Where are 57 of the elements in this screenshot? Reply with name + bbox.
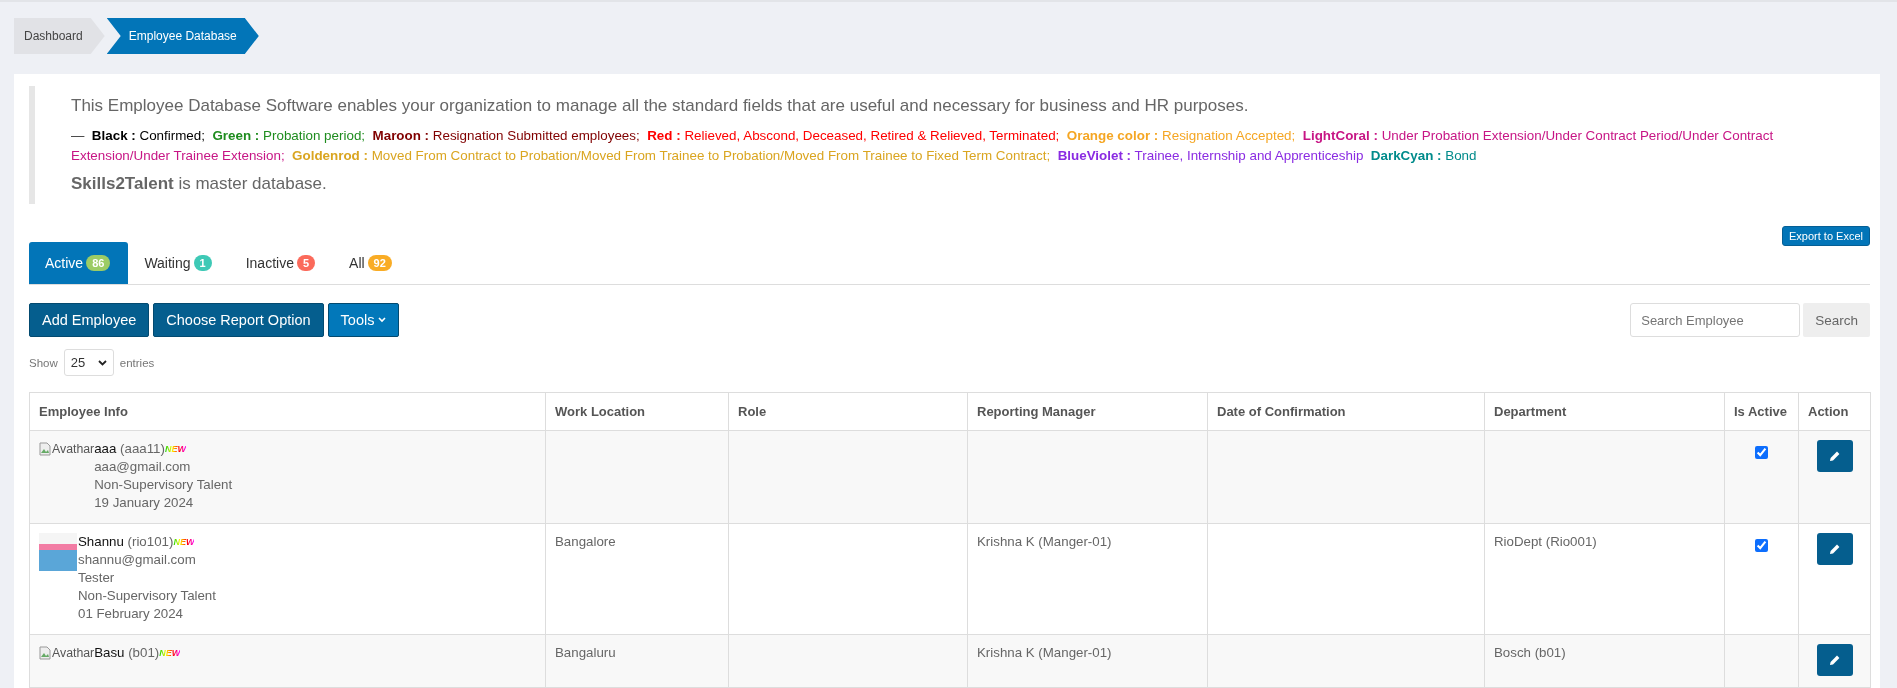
status-legend: — Black : Confirmed; Green : Probation period; Maroon : Resignation Submitted employees; Red : Relieved, Abscond, Deceased, Retired & Relieved, Terminated; Orange color : Resignation Accepted; LightCoral : Under Probation Extension/Under Contract Period/Under Contract Extension/Under Trainee Extension; Goldenrod : Moved From Contract to Probation/Moved From Trainee to Probation/Moved From Trainee to Fixed Term Contract; BlueViolet : Trainee, Internship and Apprenticeship DarkCyan : Bond [71,126,1854,166]
employee-name: Basu (b01)NEW [94,644,181,662]
employee-detail: shannu@gmail.com [78,551,197,569]
column-header: Date of Confirmation [1207,392,1485,431]
table-cell: Krishna K (Manger-01) [977,645,1112,660]
chevron-down-icon [378,317,387,323]
chevron-down-icon [97,359,107,366]
employee-detail: 19 January 2024 [94,494,195,512]
search-button[interactable]: Search [1803,303,1870,337]
action-button[interactable]: Add Employee [29,303,150,337]
active-checkbox[interactable] [1755,446,1768,459]
employee-name: aaa (aaa11)NEW [94,440,187,458]
column-header: Work Location [545,392,729,431]
count-badge: 5 [296,255,316,271]
employee-name: Shannu (rio101)NEW [78,533,196,551]
edit-button[interactable] [1816,644,1853,676]
column-header: Reporting Manager [967,392,1208,431]
column-header: Action [1798,392,1871,431]
pencil-icon [1828,450,1841,462]
table-cell: Krishna K (Manger-01) [977,534,1112,549]
export-button[interactable]: Export to Excel [1782,226,1870,246]
action-button[interactable]: Choose Report Option [153,303,324,337]
column-header: Department [1484,392,1725,431]
show-label: Show [29,356,58,369]
count-badge: 86 [86,255,111,271]
column-header: Is Active [1724,392,1799,431]
count-badge: 92 [367,255,392,271]
master-note: Skills2Talent is master database. [71,174,328,194]
employee-detail: aaa@gmail.com [94,458,192,476]
table-cell: Bangaluru [555,645,616,660]
status-tab[interactable]: Active 86 [29,242,129,284]
breadcrumb-item[interactable]: Employee Database [106,18,259,54]
count-badge: 1 [193,255,212,271]
table-cell: Bosch (b01) [1494,645,1566,660]
edit-button[interactable] [1816,440,1853,472]
status-tab[interactable]: All 92 [333,242,410,284]
page-size-select[interactable]: 25 [63,349,114,376]
table-cell: Bangalore [555,534,616,549]
edit-button[interactable] [1816,533,1853,565]
employee-detail: Tester [78,569,116,587]
tools-dropdown[interactable]: Tools [327,303,400,337]
entries-label: entries [119,356,155,369]
column-header: Role [728,392,968,431]
employee-detail: 01 February 2024 [78,605,184,623]
status-tab[interactable]: Inactive 5 [229,242,334,284]
pencil-icon [1828,654,1841,666]
column-header: Employee Info [29,392,546,431]
pencil-icon [1828,543,1841,555]
breadcrumb-item[interactable]: Dashboard [14,18,105,54]
employee-detail: Non-Supervisory Talent [78,587,216,605]
active-checkbox[interactable] [1755,539,1768,552]
employee-detail: Non-Supervisory Talent [94,476,233,494]
search-field[interactable]: Search Employee [1630,303,1801,337]
photo-placeholder [39,533,77,571]
intro-text: This Employee Database Software enables your organization to manage all the standard fields that are useful and necessary for business and HR purposes. [71,96,1250,116]
table-cell: RioDept (Rio001) [1494,534,1597,549]
status-tab[interactable]: Waiting 1 [128,242,230,284]
